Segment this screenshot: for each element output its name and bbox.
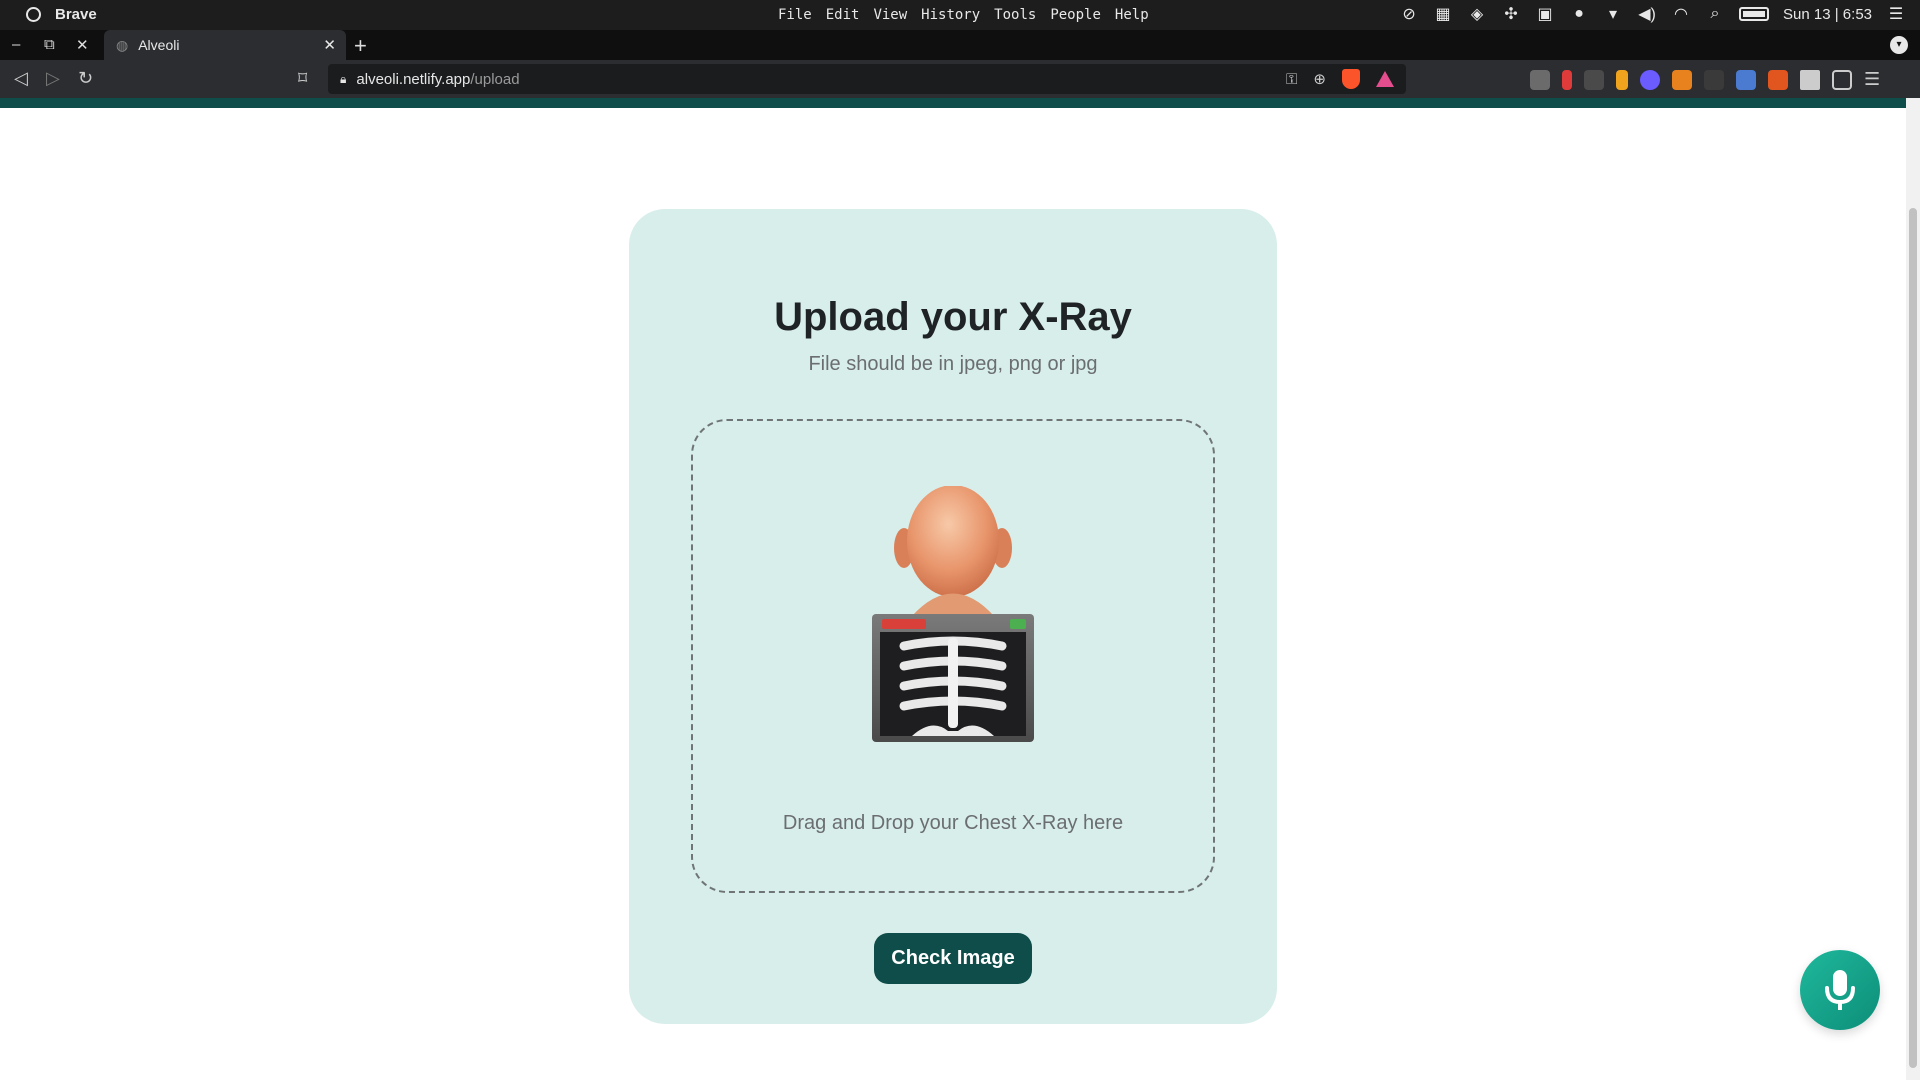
tab-alveoli[interactable]: ◍ Alveoli ✕ (104, 30, 346, 60)
menu-edit[interactable]: Edit (826, 7, 860, 23)
extension-8-icon[interactable] (1736, 69, 1756, 90)
brave-rewards-icon[interactable] (1376, 71, 1394, 87)
file-type-hint: File should be in jpeg, png or jpg (808, 353, 1098, 375)
menu-tools[interactable]: Tools (994, 7, 1036, 23)
menu-file[interactable]: File (778, 7, 812, 23)
tab-title: Alveoli (138, 37, 180, 53)
wifi-icon[interactable]: ◠ (1671, 4, 1691, 24)
restore-window-icon[interactable]: ⧉ (44, 36, 55, 53)
extensions-bar: ☰ (1530, 69, 1880, 90)
os-top-bar: Brave File Edit View History Tools Peopl… (0, 0, 1920, 30)
settings-icon[interactable]: ☰ (1886, 4, 1906, 24)
extension-3-icon[interactable] (1584, 69, 1604, 90)
back-icon[interactable]: ◁ (14, 68, 28, 89)
clock[interactable]: Sun 13 | 6:53 (1783, 6, 1872, 23)
extension-4-icon[interactable] (1616, 69, 1628, 90)
activities-icon[interactable] (26, 7, 41, 22)
new-tab-button[interactable]: + (354, 33, 367, 59)
wallet-icon[interactable] (1832, 69, 1852, 90)
address-bar[interactable]: 🔒︎ alveoli.netlify.app/upload ⚿ ⊕ (328, 64, 1406, 94)
header-strip (0, 98, 1906, 108)
close-tab-icon[interactable]: ✕ (323, 36, 336, 54)
page-scrollbar[interactable] (1906, 98, 1920, 1080)
reload-icon[interactable]: ↻ (78, 68, 93, 89)
menu-help[interactable]: Help (1115, 7, 1149, 23)
tab-bar: – ⧉ ✕ ◍ Alveoli ✕ + ▾ (0, 30, 1920, 60)
extension-1-icon[interactable] (1530, 69, 1550, 90)
url-path: /upload (470, 70, 520, 88)
extensions-puzzle-icon[interactable] (1800, 69, 1820, 90)
os-app-name: Brave (55, 6, 97, 23)
forward-icon[interactable]: ▷ (46, 68, 60, 89)
brave-shields-icon[interactable] (1342, 69, 1360, 89)
close-window-icon[interactable]: ✕ (76, 36, 89, 54)
drop-hint: Drag and Drop your Chest X-Ray here (782, 812, 1124, 834)
translate-icon[interactable]: ▦ (1433, 4, 1453, 24)
microphone-tray-icon[interactable]: ● (1569, 4, 1589, 24)
voice-assistant-button[interactable] (1800, 950, 1880, 1030)
shield-tray-icon[interactable]: ◈ (1467, 4, 1487, 24)
microphone-icon (1825, 970, 1855, 1010)
chevron-down-icon[interactable]: ▾ (1603, 4, 1623, 24)
upload-card: Upload your X-Ray File should be in jpeg… (629, 209, 1277, 1024)
battery-icon[interactable] (1739, 7, 1770, 21)
file-dropzone[interactable]: Drag and Drop your Chest X-Ray here (691, 419, 1215, 893)
terminal-icon[interactable]: ▣ (1535, 4, 1555, 24)
extension-9-icon[interactable] (1768, 69, 1788, 90)
volume-icon[interactable]: ◀) (1637, 4, 1657, 24)
browser-menu-icon[interactable]: ☰ (1864, 69, 1880, 90)
metamask-icon[interactable] (1672, 69, 1692, 90)
zoom-icon[interactable]: ⊕ (1313, 70, 1326, 88)
tab-search-icon[interactable]: ▾ (1890, 36, 1908, 54)
search-icon[interactable]: ⌕ (1705, 4, 1725, 24)
system-tray: ⊘ ▦ ◈ ✣ ▣ ● ▾ ◀) ◠ ⌕ Sun 13 | 6:53 ☰ (1399, 4, 1906, 24)
scrollbar-thumb[interactable] (1909, 208, 1917, 1068)
key-icon[interactable]: ⚿ (1286, 71, 1297, 88)
lock-icon: 🔒︎ (340, 71, 347, 86)
os-app-menu[interactable]: Brave (26, 6, 97, 23)
check-image-button[interactable]: Check Image (874, 933, 1032, 984)
extension-7-icon[interactable] (1704, 69, 1724, 90)
chest-xray-illustration (872, 486, 1034, 742)
page-title: Upload your X-Ray (774, 295, 1132, 339)
bookmark-icon[interactable]: ⌑ (298, 68, 307, 89)
pin-extension-icon[interactable] (1562, 69, 1572, 90)
tab-favicon: ◍ (116, 36, 129, 53)
menu-history[interactable]: History (921, 7, 980, 23)
menu-people[interactable]: People (1050, 7, 1101, 23)
menu-view[interactable]: View (873, 7, 907, 23)
url-host: alveoli.netlify.app (356, 70, 471, 88)
blocked-icon[interactable]: ⊘ (1399, 4, 1419, 24)
os-menu-bar: File Edit View History Tools People Help (778, 7, 1149, 23)
minimize-window-icon[interactable]: – (12, 36, 20, 53)
navigation-bar: ◁ ▷ ↻ ⌑ 🔒︎ alveoli.netlify.app/upload ⚿ … (0, 60, 1920, 98)
extension-5-icon[interactable] (1640, 69, 1660, 90)
slack-icon[interactable]: ✣ (1501, 4, 1521, 24)
